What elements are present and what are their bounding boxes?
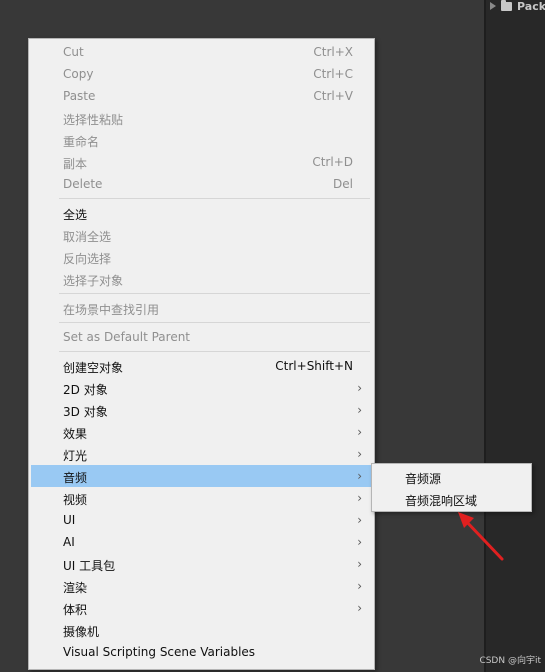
menu-item-label: Paste (63, 89, 96, 103)
menu-item[interactable]: 反向选择 (31, 246, 372, 268)
menu-item-label: 取消全选 (63, 230, 112, 244)
menu-item[interactable]: 重命名 (31, 129, 372, 151)
chevron-right-icon: › (357, 403, 362, 417)
menu-item[interactable]: 3D 对象 › (31, 399, 372, 421)
menu-item-label: Delete (63, 177, 103, 191)
menu-item-label: Set as Default Parent (63, 330, 191, 344)
menu-item-label: 全选 (63, 208, 88, 222)
menu-item-label: 视频 (63, 493, 88, 507)
menu-item[interactable]: 音频 › (31, 465, 372, 487)
menu-item-shortcut: Del (333, 177, 353, 191)
submenu-item-audio-source[interactable]: 音频源 (374, 466, 529, 488)
menu-item-label: UI 工具包 (63, 559, 116, 573)
menu-item[interactable]: 渲染 › (31, 575, 372, 597)
menu-separator (59, 351, 370, 352)
menu-item-shortcut: Ctrl+Shift+N (275, 359, 353, 373)
menu-item-shortcut: Ctrl+D (312, 155, 353, 169)
chevron-right-icon: › (357, 491, 362, 505)
chevron-right-icon: › (357, 601, 362, 615)
menu-item-label: 重命名 (63, 135, 100, 149)
menu-item-shortcut: Ctrl+V (313, 89, 353, 103)
project-panel (486, 0, 545, 672)
red-arrow-icon (458, 512, 504, 561)
menu-item[interactable]: Visual Scripting Scene Variables (31, 641, 372, 663)
menu-item[interactable]: 创建空对象 Ctrl+Shift+N (31, 355, 372, 377)
menu-item-label: 创建空对象 (63, 361, 124, 375)
menu-item-label: Cut (63, 45, 84, 59)
menu-item[interactable]: Paste Ctrl+V (31, 85, 372, 107)
menu-item-label: 音频 (63, 471, 88, 485)
watermark: CSDN @向宇it (479, 656, 541, 666)
menu-item[interactable]: AI › (31, 531, 372, 553)
chevron-right-icon: › (357, 425, 362, 439)
context-menu: Cut Ctrl+X Copy Ctrl+C Paste Ctrl+V 选择性粘贴重命名副本… (28, 38, 375, 670)
menu-item[interactable]: 2D 对象 › (31, 377, 372, 399)
chevron-right-icon: › (357, 579, 362, 593)
menu-item[interactable]: 全选 (31, 202, 372, 224)
menu-item-label: 摄像机 (63, 625, 100, 639)
menu-item-label: 3D 对象 (63, 405, 108, 419)
menu-item-shortcut: Ctrl+X (313, 45, 353, 59)
menu-item-label: Visual Scripting Scene Variables (63, 645, 256, 659)
menu-item[interactable]: Set as Default Parent (31, 326, 372, 348)
chevron-right-icon: › (357, 535, 362, 549)
menu-item[interactable]: 体积 › (31, 597, 372, 619)
project-item-label: Pack (517, 0, 545, 13)
menu-item-label: 副本 (63, 157, 88, 171)
menu-item-label: 灯光 (63, 449, 88, 463)
menu-item-label: 效果 (63, 427, 88, 441)
menu-separator (59, 198, 370, 199)
menu-item[interactable]: Delete Del (31, 173, 372, 195)
expand-triangle-icon[interactable] (490, 2, 496, 10)
menu-item-label: Copy (63, 67, 94, 81)
folder-icon (501, 0, 512, 11)
menu-item[interactable]: 取消全选 (31, 224, 372, 246)
chevron-right-icon: › (357, 447, 362, 461)
menu-item-label: 在场景中查找引用 (63, 303, 160, 317)
chevron-right-icon: › (357, 469, 362, 483)
menu-item-label: 体积 (63, 603, 88, 617)
menu-item-label: 选择性粘贴 (63, 113, 124, 127)
menu-item[interactable]: 视频 › (31, 487, 372, 509)
menu-item-label: 渲染 (63, 581, 88, 595)
chevron-right-icon: › (357, 513, 362, 527)
menu-item-shortcut: Ctrl+C (313, 67, 353, 81)
chevron-right-icon: › (357, 557, 362, 571)
menu-item-label: UI (63, 513, 76, 527)
menu-item[interactable]: 摄像机 (31, 619, 372, 641)
menu-item-label: 选择子对象 (63, 274, 124, 288)
menu-item[interactable]: 选择子对象 (31, 268, 372, 290)
menu-item-label: 反向选择 (63, 252, 112, 266)
menu-item[interactable]: Cut Ctrl+X (31, 41, 372, 63)
menu-item-label: AI (63, 535, 75, 549)
submenu-item-label: 音频源 (405, 472, 442, 486)
menu-item-label: 2D 对象 (63, 383, 108, 397)
chevron-right-icon: › (357, 381, 362, 395)
menu-item[interactable]: 在场景中查找引用 (31, 297, 372, 319)
menu-item[interactable]: UI 工具包 › (31, 553, 372, 575)
menu-item[interactable]: 灯光 › (31, 443, 372, 465)
menu-item[interactable]: 副本 Ctrl+D (31, 151, 372, 173)
project-folder-row[interactable]: Pack (490, 0, 545, 13)
menu-separator (59, 322, 370, 323)
menu-item[interactable]: 效果 › (31, 421, 372, 443)
menu-separator (59, 293, 370, 294)
menu-item[interactable]: UI › (31, 509, 372, 531)
menu-item[interactable]: Copy Ctrl+C (31, 63, 372, 85)
menu-item[interactable]: 选择性粘贴 (31, 107, 372, 129)
